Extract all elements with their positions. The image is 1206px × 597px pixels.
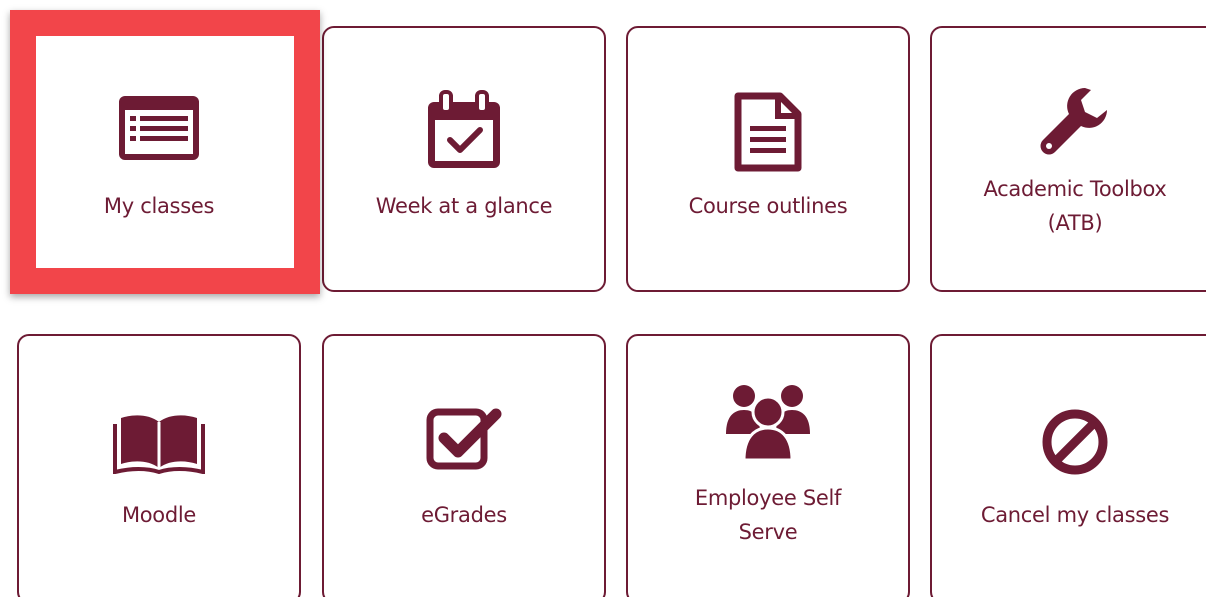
wrench-icon (932, 82, 1206, 158)
tile-moodle[interactable]: Moodle (17, 334, 301, 597)
open-book-icon (19, 410, 299, 474)
tile-week-at-a-glance[interactable]: Week at a glance (322, 26, 606, 292)
tile-academic-toolbox[interactable]: Academic Toolbox (ATB) (930, 26, 1206, 292)
checkbox-icon (324, 406, 604, 470)
tile-label: Week at a glance (375, 194, 553, 218)
tile-cancel-my-classes[interactable]: Cancel my classes (930, 334, 1206, 597)
tile-label: Employee Self (694, 486, 842, 510)
tile-egrades[interactable]: eGrades (322, 334, 606, 597)
tile-label: Cancel my classes (980, 503, 1170, 527)
users-group-icon (628, 382, 908, 462)
tile-employee-self-serve[interactable]: Employee Self Serve (626, 334, 910, 597)
tile-label: eGrades (421, 503, 507, 527)
document-icon (628, 92, 908, 172)
tile-label: Academic Toolbox (983, 177, 1167, 201)
tile-course-outlines[interactable]: Course outlines (626, 26, 910, 292)
tile-label: (ATB) (1047, 211, 1103, 235)
tile-my-classes[interactable]: My classes (12, 22, 306, 294)
class-list-icon (14, 96, 304, 160)
cancel-icon (932, 408, 1206, 476)
dashboard-tiles: My classes Week at a glance Course outli (0, 0, 1206, 597)
tile-label: My classes (103, 194, 215, 218)
tile-label: Serve (738, 520, 798, 544)
calendar-check-icon (324, 90, 604, 170)
tile-label: Course outlines (688, 194, 848, 218)
tile-label: Moodle (121, 503, 197, 527)
